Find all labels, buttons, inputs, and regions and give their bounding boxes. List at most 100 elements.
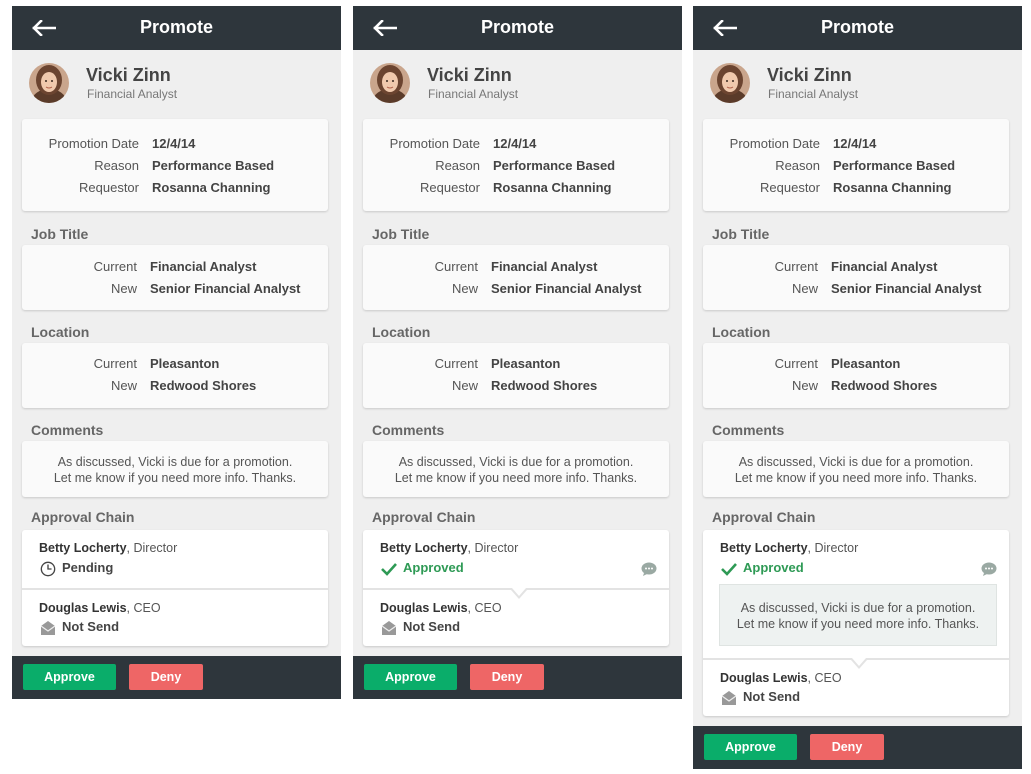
requestor-value: Rosanna Channing — [152, 180, 271, 195]
job-title-heading: Job Title — [372, 226, 430, 242]
job-current-value: Financial Analyst — [150, 259, 257, 274]
promotion-date-value: 12/4/14 — [833, 136, 877, 151]
approve-button[interactable]: Approve — [23, 664, 116, 690]
page-title: Promote — [139, 17, 213, 37]
approver-item[interactable]: Douglas Lewis, CEO Not Send — [22, 590, 328, 646]
job-new-value: Senior Financial Analyst — [831, 281, 982, 296]
approve-button[interactable]: Approve — [704, 734, 797, 760]
job-current-label: Current — [434, 259, 478, 274]
requestor-label: Requestor — [420, 180, 480, 195]
location-current-value: Pleasanton — [150, 356, 220, 371]
job-new-value: Senior Financial Analyst — [491, 281, 642, 296]
action-bar: Approve Deny — [693, 726, 1022, 769]
location-card: Current Pleasanton New Redwood Shores — [22, 343, 328, 408]
comments-heading: Comments — [31, 422, 104, 438]
approver-name: Betty Locherty, Director — [720, 541, 859, 555]
promotion-date-value: 12/4/14 — [493, 136, 537, 151]
comment-body: As discussed, Vicki is due for a promoti… — [734, 455, 978, 485]
check-icon — [381, 562, 397, 576]
employee-name: Vicki Zinn — [86, 65, 171, 85]
deny-button[interactable]: Deny — [810, 734, 884, 760]
reason-label: Reason — [94, 158, 139, 173]
location-current-value: Pleasanton — [491, 356, 561, 371]
job-title-heading: Job Title — [31, 226, 89, 242]
approver-name: Douglas Lewis, CEO — [39, 601, 161, 615]
approve-button[interactable]: Approve — [364, 664, 457, 690]
approver-name: Betty Locherty, Director — [380, 541, 519, 555]
reason-value: Performance Based — [493, 158, 616, 173]
status-not-send: Not Send — [720, 689, 800, 706]
location-new-value: Redwood Shores — [831, 378, 938, 393]
comments-card: As discussed, Vicki is due for a promoti… — [363, 441, 669, 497]
promotion-details-card: Promotion Date 12/4/14 Reason Performance … — [22, 119, 328, 211]
comment-body: As discussed, Vicki is due for a promoti… — [394, 455, 638, 485]
job-new-label: New — [791, 281, 818, 296]
approver-comment-box: As discussed, Vicki is due for a promoti… — [719, 584, 997, 646]
approval-chain-heading: Approval Chain — [372, 509, 476, 525]
reason-value: Performance Based — [152, 158, 275, 173]
approver-name: Betty Locherty, Director — [39, 541, 178, 555]
job-current-value: Financial Analyst — [831, 259, 938, 274]
requestor-value: Rosanna Channing — [833, 180, 952, 195]
approver-item[interactable]: Betty Locherty, Director Pending — [22, 530, 328, 588]
status-approved: Approved — [380, 560, 464, 577]
status-not-send: Not Send — [39, 619, 119, 636]
approver-name: Douglas Lewis, CEO — [720, 671, 842, 685]
location-new-value: Redwood Shores — [491, 378, 598, 393]
approver-item[interactable]: Betty Locherty, Director Approved — [363, 530, 669, 588]
job-current-label: Current — [93, 259, 137, 274]
requestor-label: Requestor — [79, 180, 139, 195]
employee-role: Financial Analyst — [768, 87, 859, 101]
deny-button[interactable]: Deny — [470, 664, 544, 690]
location-current-value: Pleasanton — [831, 356, 901, 371]
employee-role: Financial Analyst — [428, 87, 519, 101]
phone-screen-pending: Promote Vicki Zinn Financial Analyst Pro… — [12, 6, 341, 699]
employee-profile: Vicki Zinn Financial Analyst — [353, 50, 682, 116]
page-title: Promote — [480, 17, 554, 37]
approver-item[interactable]: Douglas Lewis, CEO Not Send — [363, 590, 669, 646]
comment-body: As discussed, Vicki is due for a promoti… — [53, 455, 297, 485]
reason-label: Reason — [775, 158, 820, 173]
comments-heading: Comments — [712, 422, 785, 438]
approval-chain-card: Betty Locherty, Director Pending Douglas… — [22, 530, 328, 646]
check-icon — [721, 562, 737, 576]
clock-icon — [40, 561, 56, 576]
location-new-label: New — [110, 378, 137, 393]
location-current-label: Current — [93, 356, 137, 371]
chat-bubble-icon[interactable] — [981, 562, 997, 576]
employee-profile: Vicki Zinn Financial Analyst — [12, 50, 341, 116]
comments-card: As discussed, Vicki is due for a promoti… — [703, 441, 1009, 497]
comments-card: As discussed, Vicki is due for a promoti… — [22, 441, 328, 497]
employee-name: Vicki Zinn — [427, 65, 512, 85]
approval-chain-card: Betty Locherty, Director Approved As dis… — [703, 530, 1009, 716]
location-new-value: Redwood Shores — [150, 378, 257, 393]
job-current-value: Financial Analyst — [491, 259, 598, 274]
promotion-date-value: 12/4/14 — [152, 136, 196, 151]
deny-button[interactable]: Deny — [129, 664, 203, 690]
approver-comment-text: As discussed, Vicki is due for a promoti… — [736, 601, 980, 631]
promotion-date-label: Promotion Date — [729, 136, 820, 151]
phone-screen-approved: Promote Vicki Zinn Financial Analyst Pro… — [353, 6, 682, 699]
location-new-label: New — [451, 378, 478, 393]
avatar — [710, 63, 750, 103]
requestor-value: Rosanna Channing — [493, 180, 612, 195]
approver-item[interactable]: Douglas Lewis, CEO Not Send — [703, 660, 1009, 716]
location-card: Current Pleasanton New Redwood Shores — [363, 343, 669, 408]
comments-heading: Comments — [372, 422, 445, 438]
reason-value: Performance Based — [833, 158, 956, 173]
approver-item[interactable]: Betty Locherty, Director Approved As dis… — [703, 530, 1009, 658]
status-not-send: Not Send — [380, 619, 460, 636]
approval-chain-card: Betty Locherty, Director Approved Dougla… — [363, 530, 669, 646]
location-current-label: Current — [774, 356, 818, 371]
job-title-card: Current Financial Analyst New Senior Finan… — [363, 245, 669, 310]
promotion-date-label: Promotion Date — [48, 136, 139, 151]
employee-role: Financial Analyst — [87, 87, 178, 101]
approver-name: Douglas Lewis, CEO — [380, 601, 502, 615]
location-new-label: New — [791, 378, 818, 393]
chat-bubble-icon[interactable] — [641, 562, 657, 576]
job-new-label: New — [451, 281, 478, 296]
status-pending: Pending — [39, 560, 113, 577]
status-approved: Approved — [720, 560, 804, 577]
location-heading: Location — [712, 324, 771, 340]
envelope-icon — [40, 620, 56, 635]
